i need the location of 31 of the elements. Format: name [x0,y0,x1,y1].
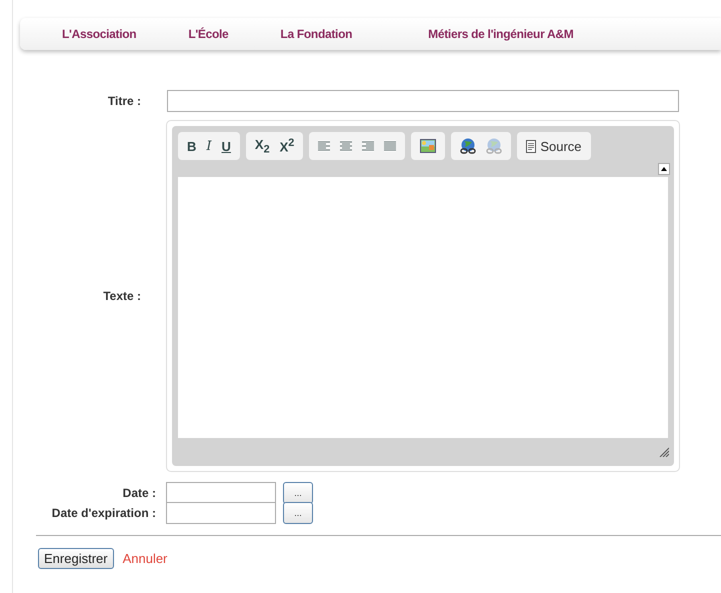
align-left-icon[interactable] [318,140,330,152]
field-label: Date d'expiration : [50,506,156,520]
source-button[interactable]: Source [526,138,582,154]
date-input[interactable] [166,482,276,504]
date-picker-button[interactable]: ... [283,502,313,524]
cancel-link[interactable]: Annuler [122,551,168,566]
nav-link[interactable]: L'Association [62,27,136,41]
field-label: Texte : [102,289,141,303]
format-button[interactable]: I [206,138,212,154]
date-input[interactable] [166,502,276,524]
title-input[interactable] [167,90,679,112]
format-button[interactable]: X$_{2}$ [254,136,270,156]
save-button[interactable]: Enregistrer [38,548,114,569]
document-icon [526,140,536,152]
nav-link[interactable]: Métiers de l'ingénieur A&M [428,27,574,41]
align-right-icon[interactable] [362,140,374,152]
image-icon[interactable] [420,139,436,153]
resize-handle-icon[interactable] [659,447,669,457]
field-label: Titre : [106,94,141,108]
format-button[interactable]: X$^{2}$ [280,137,294,155]
nav-link[interactable]: L'École [188,27,228,41]
triangle-up-icon [661,167,667,171]
link-icon[interactable] [460,138,476,154]
align-center-icon[interactable] [340,140,352,152]
collapse-toolbar-button[interactable] [658,163,670,175]
nav-link[interactable]: La Fondation [280,27,352,41]
format-button[interactable]: U [222,138,231,154]
format-button[interactable]: B [187,138,196,154]
justify-icon[interactable] [384,140,396,152]
field-label: Date : [122,486,156,500]
date-picker-button[interactable]: ... [283,482,313,504]
